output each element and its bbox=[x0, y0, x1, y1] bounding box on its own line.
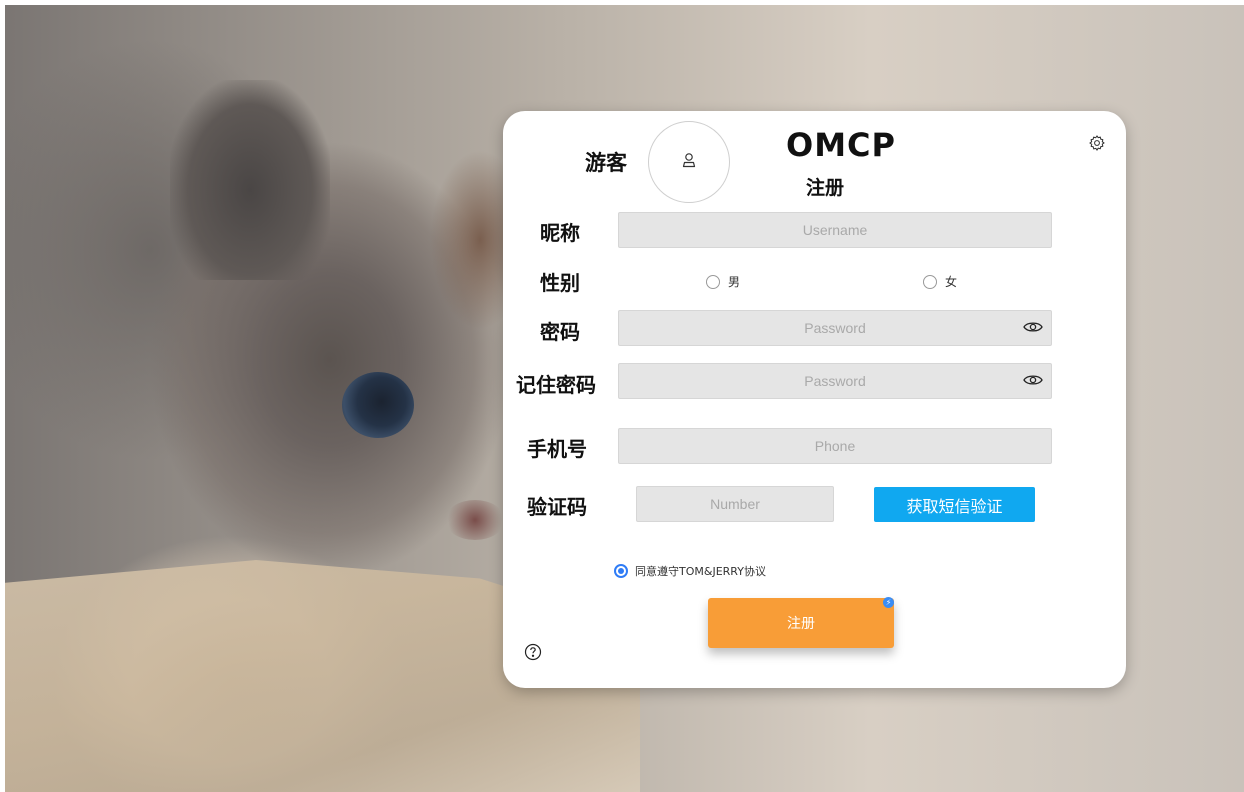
background-cat-ear bbox=[170, 80, 330, 280]
password-label: 密码 bbox=[540, 320, 580, 344]
background-cat-nose bbox=[445, 500, 505, 540]
agreement-radio[interactable]: 同意遵守TOM&JERRY协议 bbox=[614, 563, 766, 579]
frame-left bbox=[0, 0, 5, 792]
verify-code-input[interactable] bbox=[636, 486, 834, 522]
frame-top bbox=[0, 0, 1244, 5]
register-button[interactable]: 注册 bbox=[708, 598, 894, 648]
verify-code-label: 验证码 bbox=[527, 495, 587, 519]
guest-label: 游客 bbox=[585, 151, 627, 175]
eye-icon bbox=[1023, 372, 1043, 391]
gender-option-female[interactable]: 女 bbox=[923, 273, 957, 290]
agreement-text: 同意遵守TOM&JERRY协议 bbox=[635, 565, 766, 578]
app-title: OMCP bbox=[786, 126, 896, 164]
phone-label: 手机号 bbox=[527, 437, 587, 461]
background-cat-eye bbox=[342, 372, 414, 438]
question-circle-icon bbox=[524, 643, 542, 665]
radio-circle-icon bbox=[706, 274, 720, 289]
eye-icon bbox=[1023, 319, 1043, 338]
get-sms-code-button[interactable]: 获取短信验证 bbox=[874, 487, 1035, 522]
gender-label: 性别 bbox=[540, 271, 580, 295]
gender-option-label: 女 bbox=[945, 275, 958, 289]
nickname-input[interactable] bbox=[618, 212, 1052, 248]
register-card: 游客 OMCP 注册 昵称 性别 男 女 密码 bbox=[503, 111, 1126, 688]
settings-button[interactable] bbox=[1086, 134, 1108, 156]
page-subtitle: 注册 bbox=[806, 177, 845, 199]
nickname-label: 昵称 bbox=[540, 221, 580, 245]
lightning-badge-icon: ⚡ bbox=[883, 597, 894, 608]
user-icon bbox=[681, 152, 697, 172]
help-button[interactable] bbox=[523, 643, 543, 665]
confirm-password-input[interactable] bbox=[618, 363, 1052, 399]
phone-input[interactable] bbox=[618, 428, 1052, 464]
gear-icon bbox=[1088, 134, 1106, 156]
password-input[interactable] bbox=[618, 310, 1052, 346]
confirm-password-visibility-toggle[interactable] bbox=[1021, 369, 1045, 393]
avatar[interactable] bbox=[648, 121, 730, 203]
confirm-password-label: 记住密码 bbox=[516, 373, 596, 397]
gender-option-male[interactable]: 男 bbox=[706, 273, 740, 290]
radio-selected-icon bbox=[614, 564, 628, 578]
gender-option-label: 男 bbox=[728, 275, 741, 289]
password-visibility-toggle[interactable] bbox=[1021, 316, 1045, 340]
radio-circle-icon bbox=[923, 274, 937, 289]
